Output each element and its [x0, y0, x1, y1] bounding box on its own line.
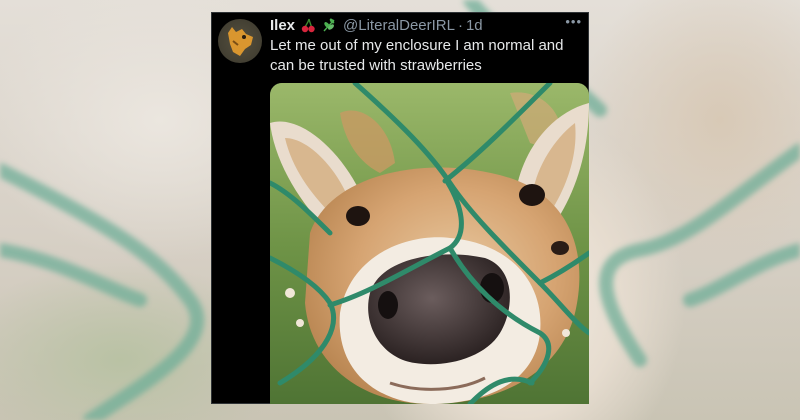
cherries-icon: [300, 17, 316, 33]
separator-dot: ·: [457, 16, 463, 34]
herb-icon: [321, 17, 337, 33]
deer-nose-through-fence-photo: [270, 83, 589, 404]
tweet-text: Let me out of my enclosure I am normal a…: [270, 37, 564, 74]
tweet-header: Ilex @LiteralDeerIRL · 1d •••: [270, 14, 582, 34]
more-options-icon[interactable]: •••: [565, 14, 582, 29]
avatar[interactable]: [218, 19, 262, 63]
timestamp[interactable]: 1d: [466, 17, 483, 34]
tweet-media-photo[interactable]: [270, 83, 589, 404]
handle[interactable]: @LiteralDeerIRL: [343, 17, 455, 34]
display-name[interactable]: Ilex: [270, 17, 295, 34]
tweet-card[interactable]: Ilex @LiteralDeerIRL · 1d ••• Let me out…: [211, 12, 589, 404]
deer-avatar-icon: [228, 27, 253, 56]
